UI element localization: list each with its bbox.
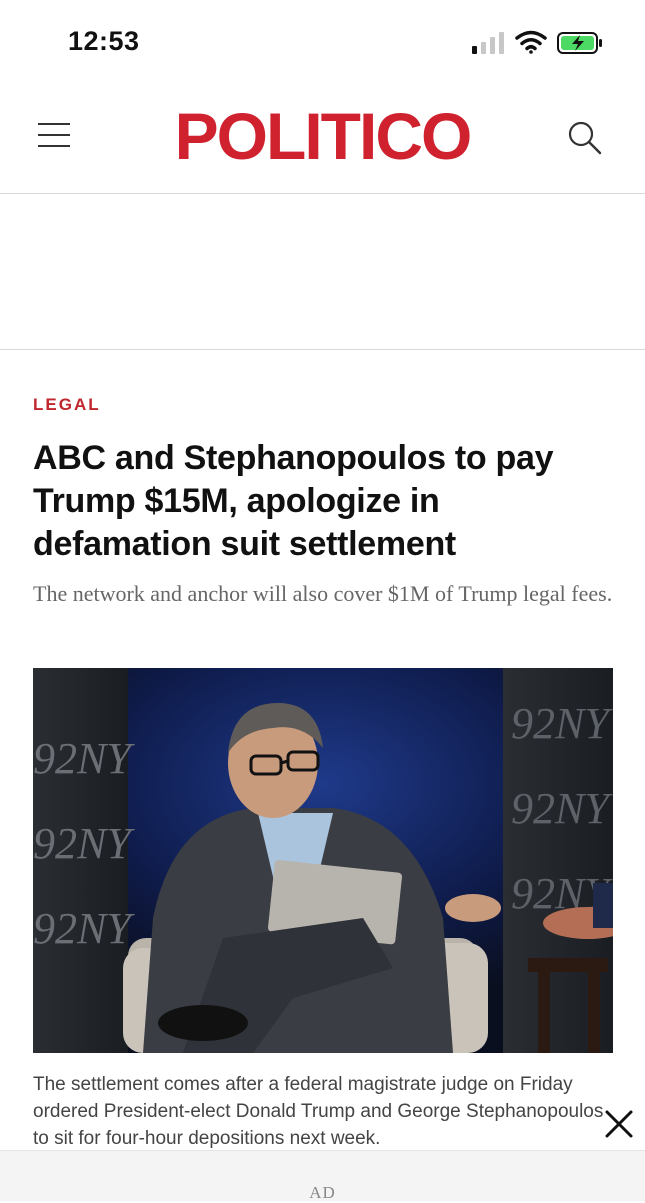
ad-label: AD: [309, 1183, 336, 1202]
status-time: 12:53: [68, 26, 140, 56]
hamburger-menu-icon[interactable]: [38, 123, 70, 151]
backdrop-text: 92NY: [33, 904, 135, 953]
close-icon[interactable]: [600, 1105, 638, 1143]
politico-logo[interactable]: POLITICO: [170, 96, 475, 176]
article-headline: ABC and Stephanopoulos to pay Trump $15M…: [33, 439, 554, 563]
ad-placeholder: [0, 194, 645, 350]
wifi-icon: [515, 30, 547, 54]
backdrop-text: 92NY: [33, 734, 135, 783]
backdrop-text: 92NY: [511, 784, 613, 833]
article-category[interactable]: LEGAL: [33, 395, 101, 415]
backdrop-text: 92NY: [511, 699, 613, 748]
status-bar: 12:53: [0, 0, 645, 88]
photo-caption: The settlement comes after a federal mag…: [33, 1074, 604, 1149]
article-dek: The network and anchor will also cover $…: [33, 581, 613, 606]
search-icon[interactable]: [565, 118, 605, 158]
hero-photo[interactable]: 92NY 92NY 92NY 92NY 92NY 92NY: [33, 668, 613, 1053]
ad-banner[interactable]: AD: [0, 1150, 645, 1202]
battery-charging-icon: [557, 32, 602, 54]
top-nav-bar: POLITICO: [0, 88, 645, 194]
backdrop-text: 92NY: [33, 819, 135, 868]
cellular-signal-icon: [472, 32, 504, 54]
hero-photo-illustration: 92NY 92NY 92NY 92NY 92NY 92NY: [33, 668, 613, 1053]
